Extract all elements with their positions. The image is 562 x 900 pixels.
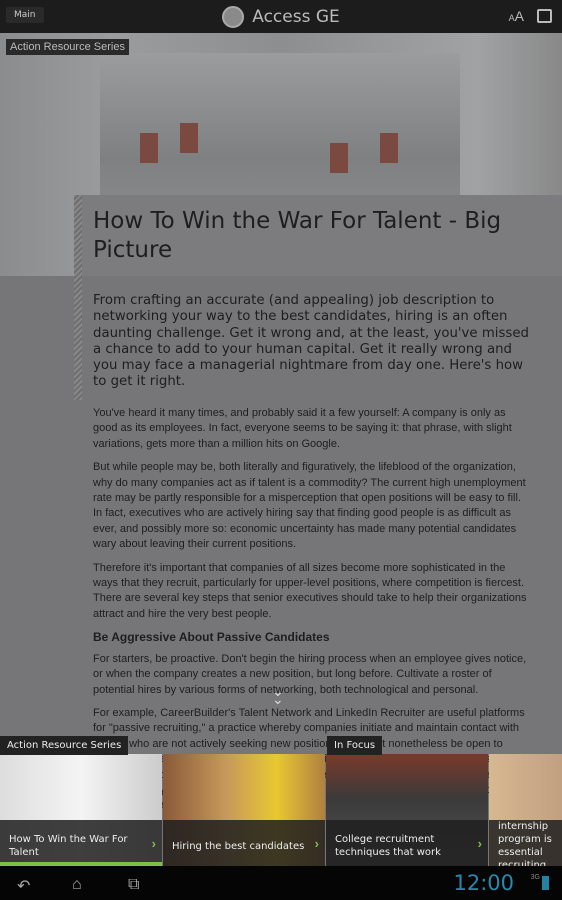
paragraph: You've heard it many times, and probably… bbox=[93, 407, 512, 450]
article-intro: From crafting an accurate (and appealing… bbox=[93, 293, 529, 390]
carousel-card[interactable]: Why GE's internship program is essential… bbox=[489, 754, 562, 866]
section-label: Action Resource Series bbox=[0, 736, 129, 755]
ge-logo bbox=[222, 5, 245, 28]
subheading: Be Aggressive About Passive Candidates bbox=[93, 630, 330, 645]
paragraph: For starters, be proactive. Don't begin … bbox=[93, 652, 527, 696]
main-button[interactable]: Main bbox=[6, 7, 44, 23]
action-bar: Main Access GE AA bbox=[0, 0, 562, 33]
app-title: Access GE bbox=[252, 6, 340, 27]
chevron-right-icon: › bbox=[314, 836, 319, 851]
carousel-card[interactable]: How To Win the War For Talent › bbox=[0, 754, 162, 866]
battery-icon bbox=[542, 876, 549, 890]
article-title: How To Win the War For Talent - Big Pict… bbox=[93, 208, 502, 263]
section-label: In Focus bbox=[327, 736, 383, 755]
chevron-right-icon: › bbox=[477, 836, 482, 851]
decorative-stripe bbox=[74, 195, 82, 400]
paragraph: But while people may be, both literally … bbox=[93, 461, 526, 551]
back-icon[interactable]: ↶ bbox=[17, 876, 30, 896]
share-icon[interactable] bbox=[537, 9, 552, 23]
clock: 12:00 bbox=[453, 871, 514, 895]
recent-apps-icon[interactable]: ⧉ bbox=[128, 876, 139, 894]
home-icon[interactable]: ⌂ bbox=[72, 876, 82, 894]
carousel-card[interactable]: Hiring the best candidates › bbox=[163, 754, 325, 866]
expand-chevron-icon[interactable]: ⌄ ⌄ bbox=[272, 684, 284, 706]
paragraph: Therefore it's important that companies … bbox=[93, 561, 527, 620]
chevron-right-icon: › bbox=[151, 836, 156, 851]
series-tag: Action Resource Series bbox=[6, 39, 129, 55]
carousel-card[interactable]: College recruitment techniques that work… bbox=[326, 754, 488, 866]
font-size-button[interactable]: AA bbox=[509, 8, 524, 24]
signal-icon: 3G bbox=[530, 874, 540, 881]
